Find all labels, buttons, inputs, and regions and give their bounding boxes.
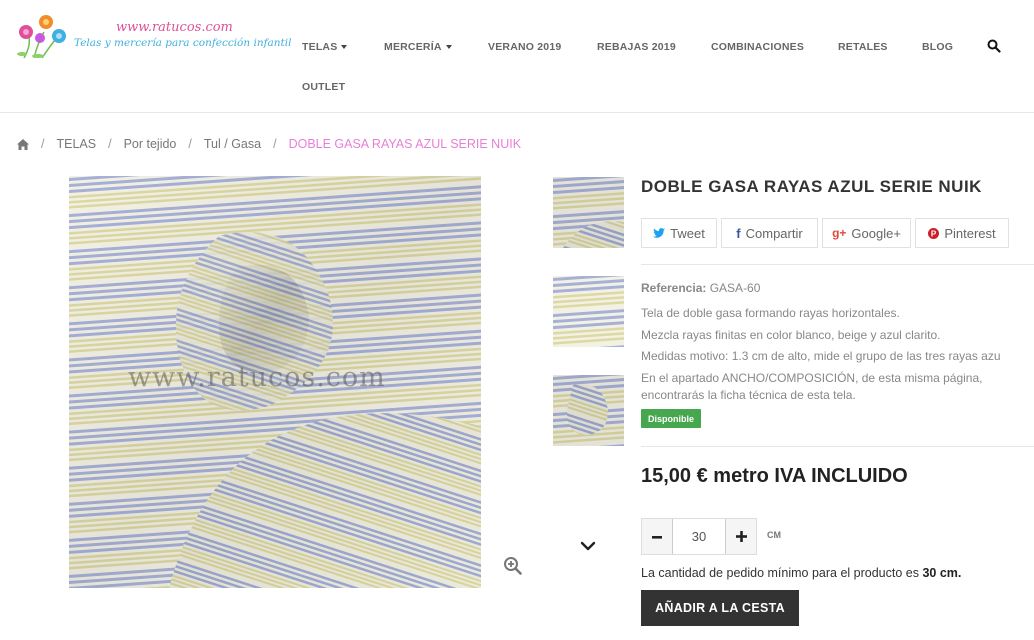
twitter-icon (653, 228, 666, 238)
minimum-order-note: La cantidad de pedido mínimo para el pro… (641, 566, 961, 580)
tweet-button[interactable]: Tweet (641, 218, 717, 248)
google-plus-button[interactable]: g+ Google+ (822, 218, 911, 248)
svg-text:P: P (931, 229, 937, 238)
plus-icon (735, 531, 747, 542)
search-icon[interactable] (987, 39, 1001, 53)
nav-item-blog[interactable]: BLOG (922, 41, 953, 53)
description-line: encontrarás la ficha técnica de esta tel… (641, 388, 856, 402)
pinterest-label: Pinterest (944, 225, 996, 241)
logo-tagline: Telas y mercería para confección infanti… (74, 37, 292, 49)
caret-down-icon (341, 45, 348, 50)
caret-down-icon (445, 45, 452, 50)
nav-label: MERCERÍA (384, 41, 442, 53)
compartir-label: Compartir (745, 225, 803, 241)
breadcrumb-separator: / (108, 137, 112, 151)
description-line: En el apartado ANCHO/COMPOSICIÓN, de est… (641, 371, 983, 385)
breadcrumb-item-por-tejido[interactable]: Por tejido (124, 137, 177, 151)
min-order-value: 30 cm. (922, 566, 962, 580)
product-thumbnail[interactable] (553, 177, 624, 248)
reference-value: GASA-60 (709, 281, 761, 295)
site-logo[interactable]: www.ratucos.com Telas y mercería para co… (14, 14, 291, 64)
product-reference: Referencia: GASA-60 (641, 281, 760, 295)
quantity-unit: CM (767, 530, 781, 540)
breadcrumb-item-telas[interactable]: TELAS (56, 137, 96, 151)
site-header: www.ratucos.com Telas y mercería para co… (0, 0, 1034, 113)
minus-icon (652, 535, 662, 539)
breadcrumb: / TELAS / Por tejido / Tul / Gasa / DOBL… (17, 137, 521, 151)
nav-item-telas[interactable]: TELAS (302, 41, 348, 53)
facebook-share-button[interactable]: f Compartir (721, 218, 818, 248)
divider (641, 264, 1034, 265)
min-order-text: La cantidad de pedido mínimo para el pro… (641, 566, 919, 580)
breadcrumb-separator: / (188, 137, 192, 151)
breadcrumb-separator: / (41, 137, 45, 151)
breadcrumb-current: DOBLE GASA RAYAS AZUL SERIE NUIK (288, 137, 522, 151)
breadcrumb-item-tul-gasa[interactable]: Tul / Gasa (204, 137, 261, 151)
product-thumbnail[interactable] (553, 375, 624, 446)
google-plus-label: Google+ (851, 225, 901, 241)
nav-label: TELAS (302, 41, 338, 53)
tweet-label: Tweet (670, 225, 705, 241)
nav-item-rebajas-2019[interactable]: REBAJAS 2019 (597, 41, 676, 53)
description-line: Medidas motivo: 1.3 cm de alto, mide el … (641, 349, 1001, 363)
image-watermark: www.ratucos.com (128, 362, 386, 393)
breadcrumb-separator: / (273, 137, 277, 151)
availability-badge: Disponible (641, 409, 701, 428)
nav-item-outlet[interactable]: OUTLET (302, 81, 345, 93)
google-plus-icon: g+ (832, 226, 847, 240)
product-price: 15,00 € metro IVA INCLUIDO (641, 465, 908, 487)
quantity-input[interactable] (672, 519, 726, 554)
product-title: DOBLE GASA RAYAS AZUL SERIE NUIK (641, 177, 982, 196)
nav-item-merceria[interactable]: MERCERÍA (384, 41, 452, 53)
nav-item-combinaciones[interactable]: COMBINACIONES (711, 41, 804, 53)
pinterest-button[interactable]: P Pinterest (915, 218, 1009, 248)
zoom-in-icon[interactable] (503, 556, 522, 575)
chevron-down-icon[interactable] (580, 540, 596, 552)
home-icon[interactable] (17, 138, 29, 150)
description-line: Mezcla rayas finitas en color blanco, be… (641, 328, 941, 342)
nav-item-retales[interactable]: RETALES (838, 41, 888, 53)
quantity-increase-button[interactable] (726, 519, 756, 554)
reference-label: Referencia: (641, 281, 707, 295)
pinterest-icon: P (928, 227, 940, 239)
divider (641, 446, 1034, 447)
product-thumbnail[interactable] (553, 276, 624, 347)
flowers-logo-icon (17, 15, 66, 59)
logo-url-text: www.ratucos.com (116, 20, 233, 35)
nav-item-verano-2019[interactable]: VERANO 2019 (488, 41, 561, 53)
quantity-stepper (641, 518, 757, 555)
add-to-cart-button[interactable]: AÑADIR A LA CESTA (641, 590, 799, 626)
description-line: Tela de doble gasa formando rayas horizo… (641, 306, 900, 320)
facebook-icon: f (736, 225, 741, 241)
quantity-decrease-button[interactable] (642, 519, 672, 554)
